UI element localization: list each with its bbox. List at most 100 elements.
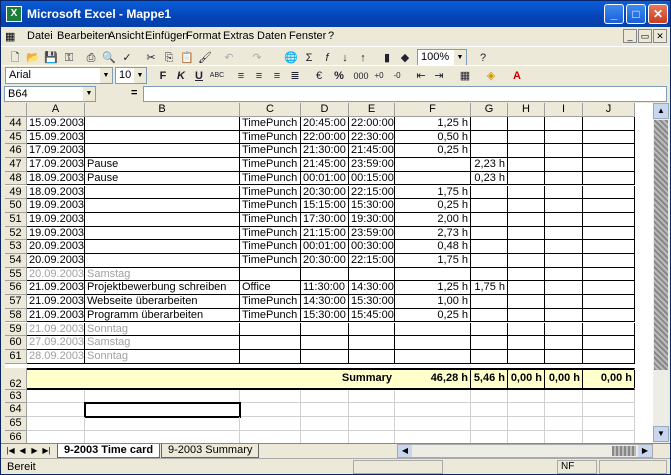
cell-g51[interactable] <box>471 212 508 227</box>
cell-e52[interactable]: 23:59:00 <box>349 226 395 241</box>
cell-empty[interactable] <box>583 389 635 404</box>
cell-b49[interactable] <box>85 185 240 200</box>
cell-i44[interactable] <box>545 117 583 131</box>
cell-i52[interactable] <box>545 226 583 241</box>
cell-e45[interactable]: 22:30:00 <box>349 130 395 145</box>
cell-empty[interactable] <box>85 417 240 431</box>
row-header[interactable]: 48 <box>5 171 27 186</box>
cell-empty[interactable] <box>583 417 635 431</box>
cell-empty[interactable] <box>240 403 301 417</box>
horizontal-scrollbar[interactable]: ◀ ▶ <box>397 444 653 458</box>
cut-icon[interactable]: ✂ <box>143 50 159 66</box>
excel-icon[interactable]: X <box>6 6 22 22</box>
row-header[interactable]: 59 <box>5 322 27 337</box>
cell-f54[interactable]: 1,75 h <box>395 254 471 268</box>
cell-d44[interactable]: 20:45:00 <box>301 117 349 131</box>
cell-c60[interactable] <box>240 336 301 350</box>
cell-c49[interactable]: TimePunch <box>240 185 301 200</box>
cell-empty[interactable] <box>395 403 471 417</box>
cell-empty[interactable] <box>27 389 85 404</box>
menu-daten[interactable]: Daten <box>257 30 286 42</box>
cell-empty[interactable] <box>471 389 508 404</box>
active-cell-b64[interactable] <box>84 402 241 418</box>
cell-b61[interactable]: Sonntag <box>85 349 240 364</box>
first-sheet-icon[interactable]: |◀ <box>5 445 16 457</box>
cell-empty[interactable] <box>27 403 85 417</box>
scroll-left-icon[interactable]: ◀ <box>398 445 412 457</box>
sort-descending-icon[interactable]: ↑ <box>355 50 371 66</box>
summary-j[interactable]: 0,00 h <box>583 369 635 388</box>
increase-decimal-icon[interactable]: +0 <box>371 68 387 84</box>
decrease-indent-icon[interactable]: ⇤ <box>413 68 429 84</box>
cell-g50[interactable] <box>471 199 508 213</box>
row-header[interactable]: 53 <box>5 240 27 254</box>
cell-empty[interactable] <box>545 389 583 404</box>
cell-empty[interactable] <box>349 417 395 431</box>
maximize-button[interactable]: □ <box>626 4 646 24</box>
drawing-icon[interactable]: ◆ <box>397 50 413 66</box>
cell-i57[interactable] <box>545 295 583 309</box>
cell-f55[interactable] <box>395 267 471 282</box>
cell-f47[interactable] <box>395 158 471 172</box>
align-center-icon[interactable]: ≡ <box>251 68 267 84</box>
font-color-icon[interactable]: A <box>509 68 525 84</box>
spelling-icon[interactable]: ✓ <box>119 50 135 66</box>
next-sheet-icon[interactable]: ▶ <box>29 445 40 457</box>
row-header[interactable]: 50 <box>5 199 27 213</box>
cell-a60[interactable]: 27.09.2003 <box>27 336 85 350</box>
cell-g48[interactable]: 0,23 h <box>471 171 508 186</box>
cell-c48[interactable]: TimePunch <box>240 171 301 186</box>
cell-a52[interactable]: 19.09.2003 <box>27 226 85 241</box>
cell-d55[interactable] <box>301 267 349 282</box>
cell-i61[interactable] <box>545 349 583 364</box>
cell-g52[interactable] <box>471 226 508 241</box>
cell-a58[interactable]: 21.09.2003 <box>27 308 85 323</box>
menu-datei[interactable]: Datei <box>27 30 53 42</box>
cell-e60[interactable] <box>349 336 395 350</box>
cell-g59[interactable] <box>471 322 508 337</box>
cell-c54[interactable]: TimePunch <box>240 254 301 268</box>
cell-h47[interactable] <box>508 158 545 172</box>
cell-h58[interactable] <box>508 308 545 323</box>
format-painter-icon[interactable]: 🖌 <box>197 50 213 66</box>
cell-e57[interactable]: 15:30:00 <box>349 295 395 309</box>
cell-i54[interactable] <box>545 254 583 268</box>
cell-h54[interactable] <box>508 254 545 268</box>
summary-i[interactable]: 0,00 h <box>545 369 583 388</box>
column-header-i[interactable]: I <box>545 103 583 117</box>
cell-d45[interactable]: 22:00:00 <box>301 130 349 145</box>
cell-j57[interactable] <box>583 295 635 309</box>
cell-b59[interactable]: Sonntag <box>85 322 240 337</box>
cell-d53[interactable]: 00:01:00 <box>301 240 349 254</box>
cell-b57[interactable]: Webseite überarbeiten <box>85 295 240 309</box>
permission-icon[interactable]: ⚿ <box>61 50 77 66</box>
open-icon[interactable]: 📂 <box>25 50 41 66</box>
underline-button[interactable]: U <box>191 68 207 84</box>
cell-empty[interactable] <box>508 403 545 417</box>
cell-g54[interactable] <box>471 254 508 268</box>
align-left-icon[interactable]: ≡ <box>233 68 249 84</box>
row-header[interactable]: 46 <box>5 144 27 159</box>
cell-d47[interactable]: 21:45:00 <box>301 158 349 172</box>
cell-c51[interactable]: TimePunch <box>240 212 301 227</box>
cell-b54[interactable] <box>85 254 240 268</box>
size-select[interactable]: 10 ▼ <box>115 67 147 84</box>
cell-empty[interactable] <box>349 389 395 404</box>
cell-f45[interactable]: 0,50 h <box>395 130 471 145</box>
cell-d48[interactable]: 00:01:00 <box>301 171 349 186</box>
cell-h49[interactable] <box>508 185 545 200</box>
cell-empty[interactable] <box>395 430 471 443</box>
cell-h52[interactable] <box>508 226 545 241</box>
cell-j52[interactable] <box>583 226 635 241</box>
cell-empty[interactable] <box>508 417 545 431</box>
cell-i60[interactable] <box>545 336 583 350</box>
cell-e61[interactable] <box>349 349 395 364</box>
row-header[interactable]: 60 <box>5 336 27 350</box>
menu-extras[interactable]: Extras <box>223 30 254 42</box>
cell-d61[interactable] <box>301 349 349 364</box>
cell-c59[interactable] <box>240 322 301 337</box>
cell-a47[interactable]: 17.09.2003 <box>27 158 85 172</box>
cell-empty[interactable] <box>301 417 349 431</box>
cell-a51[interactable]: 19.09.2003 <box>27 212 85 227</box>
scroll-up-icon[interactable]: ▲ <box>653 103 669 119</box>
